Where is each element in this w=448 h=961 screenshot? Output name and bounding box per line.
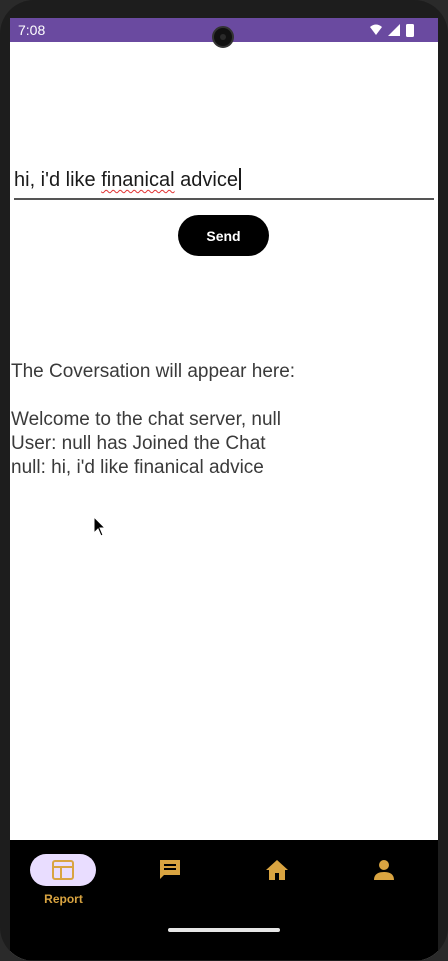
- nav-label-report: Report: [44, 892, 83, 906]
- profile-icon: [374, 860, 394, 880]
- message-input-underline: [14, 166, 434, 200]
- conversation-line: Welcome to the chat server, null: [11, 409, 281, 430]
- nav-item-chat[interactable]: [117, 854, 224, 914]
- signal-icon: [388, 24, 400, 36]
- conversation-line: User: null has Joined the Chat: [11, 433, 266, 454]
- nav-item-home[interactable]: [224, 854, 331, 914]
- front-camera: [212, 26, 234, 48]
- send-button[interactable]: Send: [178, 215, 269, 256]
- conversation-header: The Coversation will appear here:: [11, 361, 296, 382]
- battery-icon: [406, 24, 414, 37]
- chat-icon: [160, 860, 180, 879]
- mouse-pointer-icon: [93, 516, 107, 537]
- nav-item-profile[interactable]: [331, 854, 438, 914]
- wifi-icon: [370, 24, 382, 35]
- report-icon: [52, 860, 74, 880]
- nav-active-indicator: [30, 854, 96, 886]
- gesture-home-indicator[interactable]: [168, 928, 280, 932]
- bottom-navigation: Report: [10, 840, 438, 960]
- status-icons: [370, 24, 414, 37]
- home-icon: [266, 860, 288, 880]
- conversation-log: The Coversation will appear here: Welcom…: [11, 360, 431, 480]
- status-time: 7:08: [18, 22, 46, 38]
- device-frame: 7:08 hi, i'd like finanical advice Send …: [0, 0, 448, 961]
- conversation-line: null: hi, i'd like finanical advice: [11, 457, 264, 478]
- app-screen: 7:08 hi, i'd like finanical advice Send …: [10, 18, 438, 960]
- nav-item-report[interactable]: Report: [10, 854, 117, 914]
